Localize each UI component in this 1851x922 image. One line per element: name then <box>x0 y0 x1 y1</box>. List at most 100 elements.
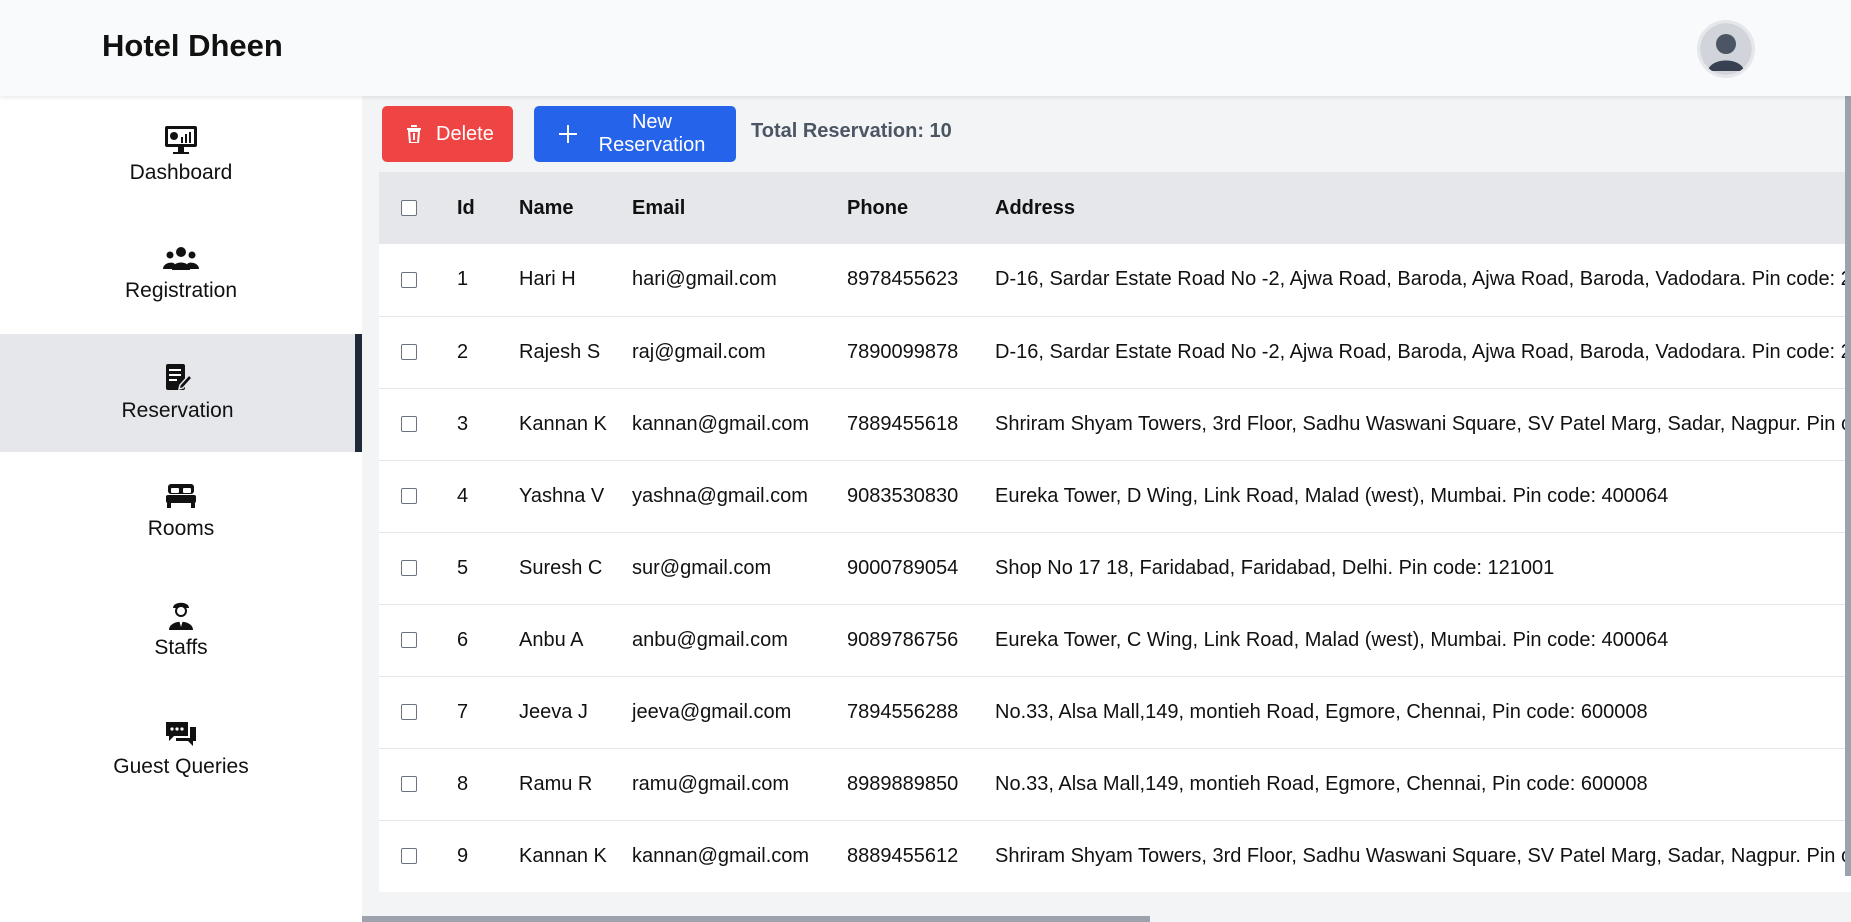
cell-address: Eureka Tower, D Wing, Link Road, Malad (… <box>995 484 1669 507</box>
top-bar: Hotel Dheen <box>0 0 1851 96</box>
cell-email: sur@gmail.com <box>632 556 772 579</box>
reservation-table: Id Name Email Phone Address 1 Hari H har… <box>379 172 1851 892</box>
sidebar-item-dashboard[interactable]: Dashboard <box>0 96 362 214</box>
table-row[interactable]: 8 Ramu R ramu@gmail.com 8989889850 No.33… <box>379 748 1851 820</box>
sidebar-item-guest-queries[interactable]: Guest Queries <box>0 690 362 808</box>
cell-email: ramu@gmail.com <box>632 772 790 795</box>
cell-address: D-16, Sardar Estate Road No -2, Ajwa Roa… <box>995 340 1851 363</box>
table-header-row: Id Name Email Phone Address <box>379 172 1851 244</box>
bed-icon <box>163 481 199 511</box>
column-header-id[interactable]: Id <box>457 172 519 244</box>
app-title: Hotel Dheen <box>102 28 283 63</box>
row-checkbox[interactable] <box>401 632 417 649</box>
cell-name: Yashna V <box>519 484 605 507</box>
cell-id: 1 <box>457 268 469 291</box>
cell-id: 7 <box>457 700 469 723</box>
table-row[interactable]: 1 Hari H hari@gmail.com 8978455623 D-16,… <box>379 244 1851 316</box>
dashboard-monitor-icon <box>163 125 199 155</box>
cell-id: 6 <box>457 628 469 651</box>
cell-id: 9 <box>457 844 469 867</box>
cell-phone: 9089786756 <box>847 628 959 651</box>
sidebar-item-rooms[interactable]: Rooms <box>0 452 362 570</box>
cell-email: anbu@gmail.com <box>632 628 788 651</box>
row-checkbox[interactable] <box>401 848 417 865</box>
cell-phone: 7894556288 <box>847 700 959 723</box>
column-header-address[interactable]: Address <box>995 172 1851 244</box>
edit-document-icon <box>160 363 196 393</box>
cell-address: Shriram Shyam Towers, 3rd Floor, Sadhu W… <box>995 844 1851 867</box>
sidebar-item-registration[interactable]: Registration <box>0 214 362 332</box>
cell-address: Eureka Tower, C Wing, Link Road, Malad (… <box>995 628 1669 651</box>
group-users-icon <box>163 243 199 273</box>
row-checkbox[interactable] <box>401 271 417 288</box>
cell-email: kannan@gmail.com <box>632 844 810 867</box>
table-row[interactable]: 7 Jeeva J jeeva@gmail.com 7894556288 No.… <box>379 676 1851 748</box>
select-all-checkbox[interactable] <box>401 200 417 217</box>
cell-phone: 9000789054 <box>847 556 959 579</box>
cell-phone: 8889455612 <box>847 844 959 867</box>
avatar-icon <box>1700 23 1752 75</box>
cell-id: 4 <box>457 484 469 507</box>
cell-email: yashna@gmail.com <box>632 484 808 507</box>
sidebar-item-label: Registration <box>124 279 238 302</box>
new-reservation-label: New Reservation <box>598 111 706 156</box>
sidebar-item-reservation[interactable]: Reservation <box>0 334 362 452</box>
row-checkbox[interactable] <box>401 560 417 577</box>
cell-address: No.33, Alsa Mall,149, montieh Road, Egmo… <box>995 700 1648 723</box>
row-checkbox[interactable] <box>401 344 417 361</box>
delete-button[interactable]: Delete <box>382 106 513 162</box>
cell-name: Hari H <box>519 268 576 291</box>
table-row[interactable]: 6 Anbu A anbu@gmail.com 9089786756 Eurek… <box>379 604 1851 676</box>
cell-name: Jeeva J <box>519 700 588 723</box>
user-avatar[interactable] <box>1697 20 1755 78</box>
cell-name: Ramu R <box>519 772 593 795</box>
cell-address: No.33, Alsa Mall,149, montieh Road, Egmo… <box>995 772 1648 795</box>
column-header-name[interactable]: Name <box>519 172 632 244</box>
cell-name: Suresh C <box>519 556 603 579</box>
sidebar-item-label: Dashboard <box>129 161 233 184</box>
table-row[interactable]: 9 Kannan K kannan@gmail.com 8889455612 S… <box>379 820 1851 892</box>
cell-email: jeeva@gmail.com <box>632 700 792 723</box>
cell-phone: 8989889850 <box>847 772 959 795</box>
cell-id: 2 <box>457 340 469 363</box>
vertical-scrollbar[interactable] <box>1845 96 1851 876</box>
cell-email: kannan@gmail.com <box>632 412 810 435</box>
sidebar-item-label: Staffs <box>154 636 208 659</box>
sidebar: Dashboard Registration Reservation Rooms… <box>0 96 362 922</box>
column-header-email[interactable]: Email <box>632 172 847 244</box>
cell-email: hari@gmail.com <box>632 268 777 291</box>
chat-bubbles-icon <box>163 719 199 749</box>
table-row[interactable]: 3 Kannan K kannan@gmail.com 7889455618 S… <box>379 388 1851 460</box>
sidebar-item-label: Reservation <box>121 399 234 422</box>
cell-phone: 9083530830 <box>847 484 959 507</box>
column-header-phone[interactable]: Phone <box>847 172 995 244</box>
table-row[interactable]: 2 Rajesh S raj@gmail.com 7890099878 D-16… <box>379 316 1851 388</box>
cell-address: Shop No 17 18, Faridabad, Faridabad, Del… <box>995 556 1555 579</box>
cell-phone: 7889455618 <box>847 412 959 435</box>
new-reservation-button[interactable]: New Reservation <box>534 106 736 162</box>
row-checkbox[interactable] <box>401 416 417 433</box>
total-reservation-count: Total Reservation: 10 <box>751 120 952 142</box>
cell-name: Kannan K <box>519 412 607 435</box>
table-row[interactable]: 4 Yashna V yashna@gmail.com 9083530830 E… <box>379 460 1851 532</box>
table-row[interactable]: 5 Suresh C sur@gmail.com 9000789054 Shop… <box>379 532 1851 604</box>
row-checkbox[interactable] <box>401 776 417 793</box>
cell-id: 8 <box>457 772 469 795</box>
cell-id: 5 <box>457 556 469 579</box>
cell-address: Shriram Shyam Towers, 3rd Floor, Sadhu W… <box>995 412 1851 435</box>
staff-person-icon <box>163 600 199 630</box>
sidebar-item-label: Rooms <box>147 517 215 540</box>
row-checkbox[interactable] <box>401 488 417 505</box>
sidebar-item-staffs[interactable]: Staffs <box>0 571 362 689</box>
cell-address: D-16, Sardar Estate Road No -2, Ajwa Roa… <box>995 268 1851 291</box>
main-content: Delete New Reservation Total Reservation… <box>362 96 1851 922</box>
cell-name: Rajesh S <box>519 340 601 363</box>
horizontal-scrollbar[interactable] <box>362 916 1150 922</box>
delete-button-label: Delete <box>436 122 494 145</box>
plus-icon <box>558 124 578 144</box>
cell-name: Anbu A <box>519 628 584 651</box>
row-checkbox[interactable] <box>401 704 417 721</box>
sidebar-item-label: Guest Queries <box>113 755 249 778</box>
cell-id: 3 <box>457 412 469 435</box>
trash-icon <box>406 125 422 143</box>
